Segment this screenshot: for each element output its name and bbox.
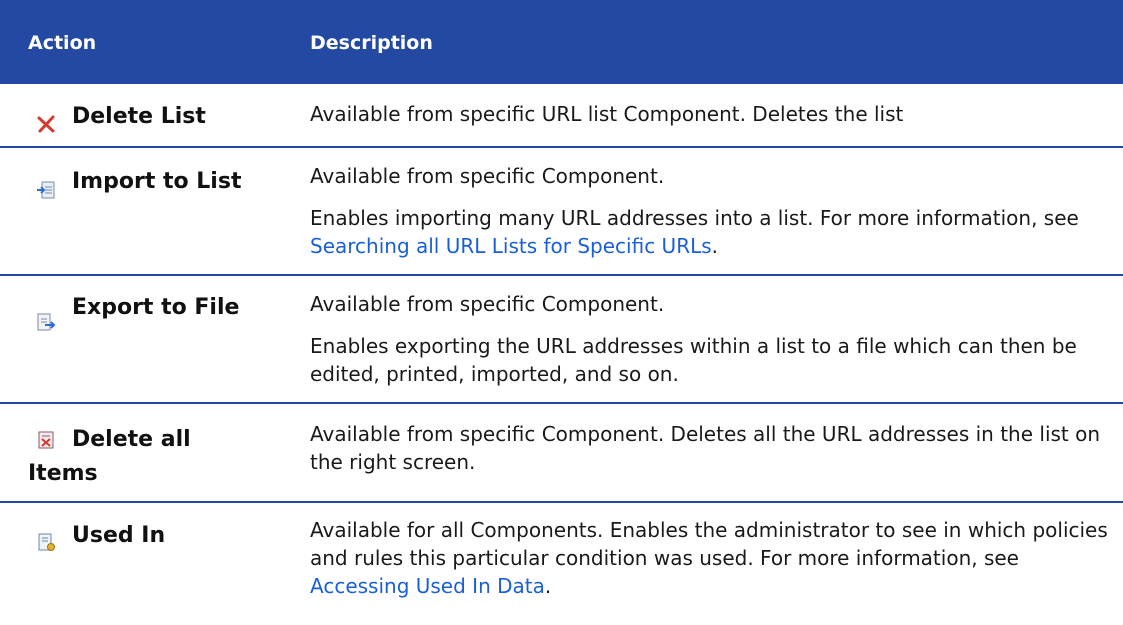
desc-paragraph: Available for all Components. Enables th… (310, 516, 1110, 600)
action-delete-all: Delete all (72, 427, 191, 452)
desc-delete-list: Available from specific URL list Compone… (310, 100, 1110, 142)
desc-paragraph: Available from specific Component. (310, 164, 665, 188)
desc-paragraph: Available from specific Component. Delet… (310, 422, 1101, 474)
row-divider (0, 501, 1123, 503)
action-delete-list: Delete List (72, 104, 206, 129)
link-searching-url-lists[interactable]: Searching all URL Lists for Specific URL… (310, 234, 712, 258)
row-divider (0, 402, 1123, 404)
delete-items-icon (38, 431, 54, 449)
action-items: Items (28, 461, 98, 486)
import-icon (37, 181, 55, 199)
table-header: Action Description (0, 0, 1123, 84)
used-in-icon (38, 533, 55, 551)
export-icon (37, 313, 56, 331)
header-action: Action (28, 32, 97, 54)
desc-paragraph: Available from specific URL list Compone… (310, 102, 904, 126)
desc-delete-all-items: Available from specific Component. Delet… (310, 420, 1110, 490)
action-import-to-list: Import to List (72, 169, 242, 194)
row-divider (0, 146, 1123, 148)
desc-paragraph: Enables exporting the URL addresses with… (310, 334, 1077, 386)
header-description: Description (310, 32, 433, 54)
desc-export-to-file: Available from specific Component. Enabl… (310, 290, 1110, 402)
desc-paragraph: Enables importing many URL addresses int… (310, 204, 1110, 260)
desc-text-end: . (711, 234, 719, 258)
action-used-in: Used In (72, 523, 166, 548)
row-divider (0, 274, 1123, 276)
link-accessing-used-in-data[interactable]: Accessing Used In Data (310, 574, 545, 598)
desc-import-to-list: Available from specific Component. Enabl… (310, 162, 1110, 274)
action-export-to-file: Export to File (72, 295, 240, 320)
desc-text-end: . (544, 574, 552, 598)
desc-text: Available for all Components. Enables th… (310, 518, 1108, 570)
desc-used-in: Available for all Components. Enables th… (310, 516, 1110, 614)
delete-x-icon (37, 115, 55, 133)
desc-text: Enables importing many URL addresses int… (310, 206, 1079, 230)
desc-paragraph: Available from specific Component. (310, 292, 665, 316)
